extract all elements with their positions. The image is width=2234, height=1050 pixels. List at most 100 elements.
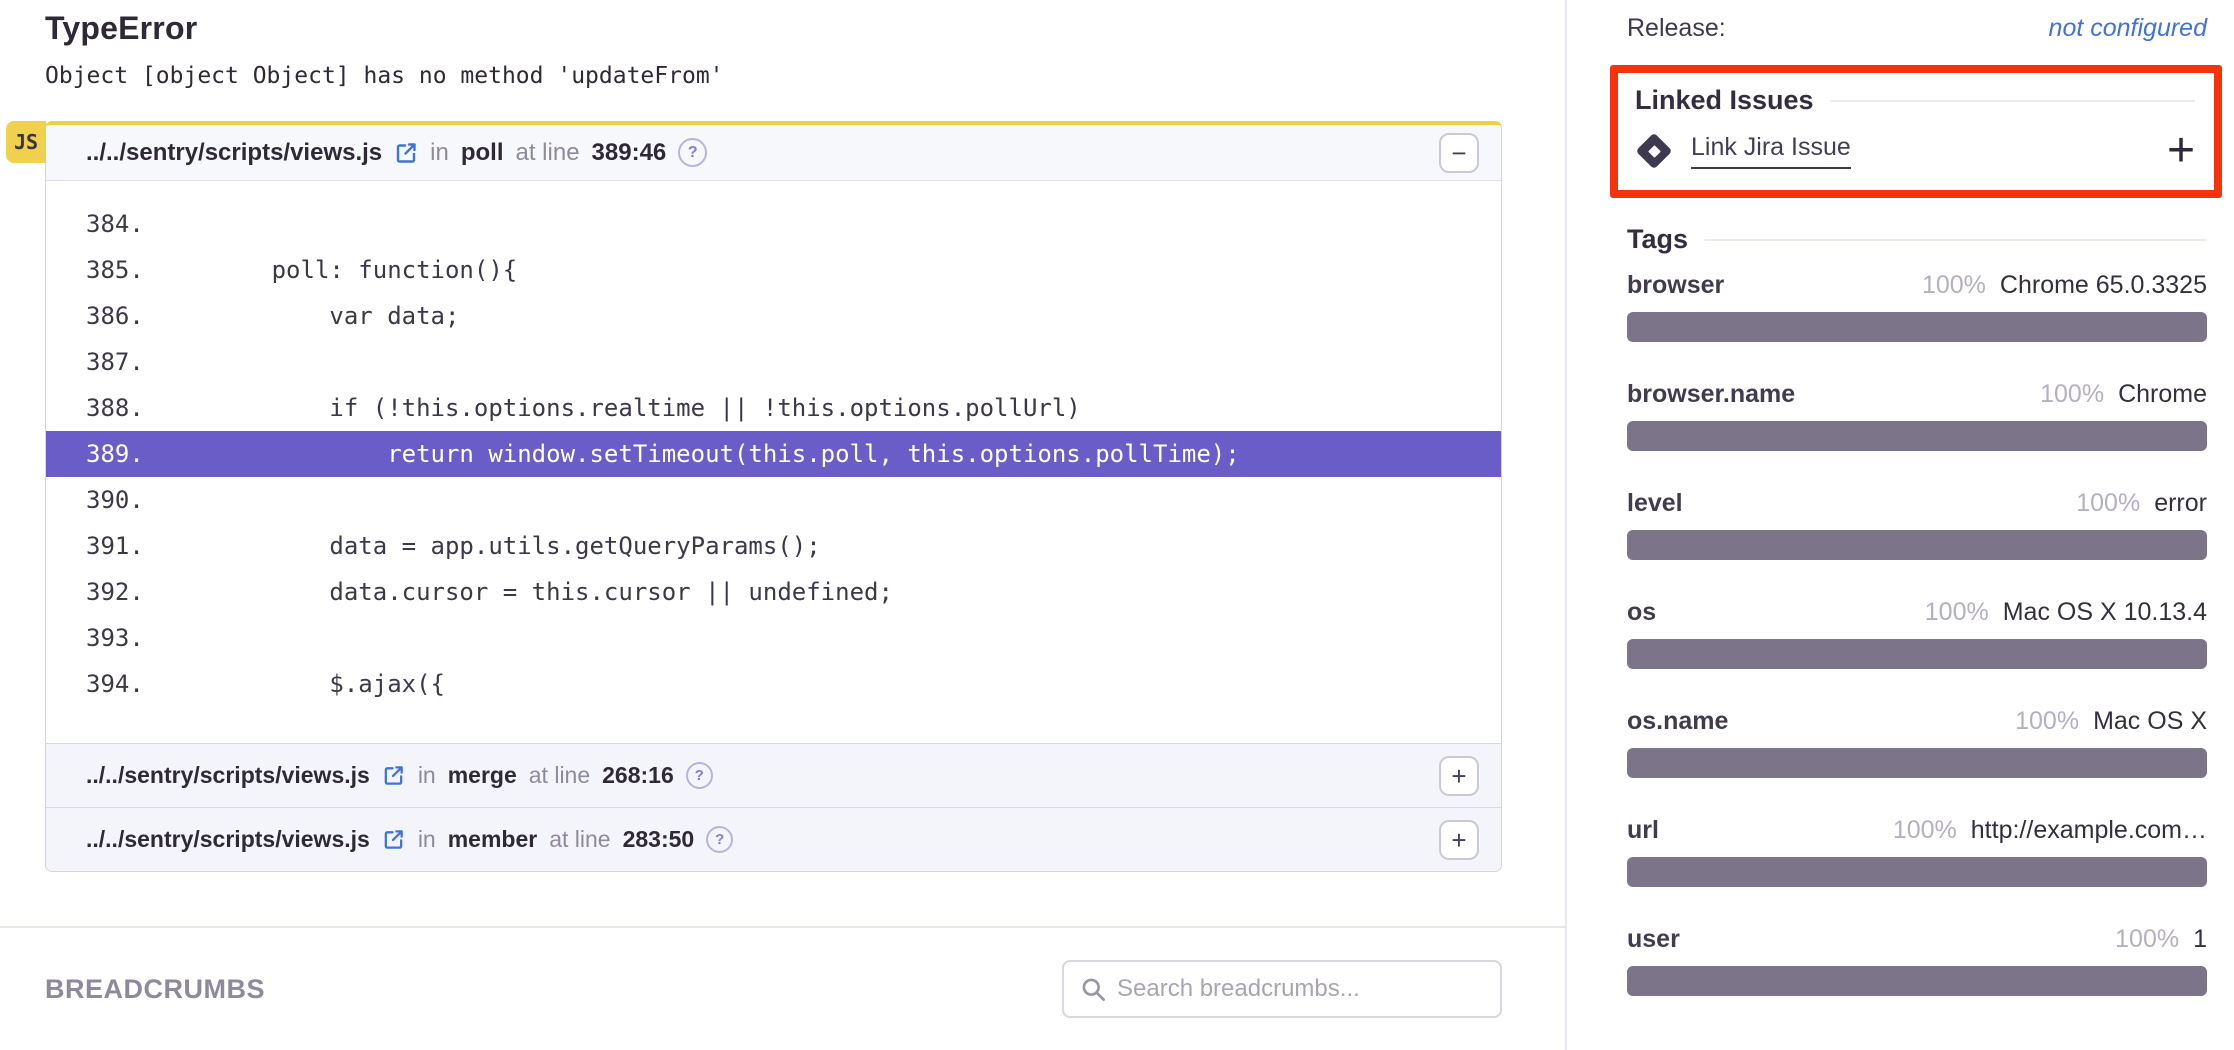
release-not-configured-link[interactable]: not configured	[2049, 14, 2207, 43]
frame-line-number: 283:50	[623, 826, 695, 853]
stack-frame-collapsed-member[interactable]: ../../sentry/scripts/views.js in member …	[46, 807, 1501, 871]
tag-percent: 100%	[1925, 598, 1989, 627]
line-number: 386.	[46, 302, 156, 330]
frame-line-number: 268:16	[602, 762, 674, 789]
line-source: if (!this.options.realtime || !this.opti…	[156, 394, 1081, 422]
tag-value: Chrome	[2118, 380, 2207, 409]
external-link-icon[interactable]	[382, 764, 406, 788]
in-label: in	[430, 139, 449, 167]
tag-percent: 100%	[2015, 707, 2079, 736]
in-label: in	[418, 826, 436, 853]
breadcrumbs-search-input[interactable]	[1117, 975, 1486, 1003]
tag-percent: 100%	[2115, 925, 2179, 954]
line-number: 391.	[46, 532, 156, 560]
line-source: data.cursor = this.cursor || undefined;	[156, 578, 893, 606]
linked-issues-annotation-box: Linked Issues Link Jira Issue +	[1610, 65, 2222, 198]
tag-distribution-bar	[1627, 530, 2207, 560]
line-number: 394.	[46, 670, 156, 698]
tag-distribution-bar	[1627, 748, 2207, 778]
line-source: data = app.utils.getQueryParams();	[156, 532, 821, 560]
tag-row[interactable]: url 100% http://example.com…	[1627, 816, 2207, 887]
expand-frame-button[interactable]: +	[1439, 756, 1479, 796]
tag-list: browser 100% Chrome 65.0.3325 browser.na…	[1627, 271, 2207, 996]
line-number: 388.	[46, 394, 156, 422]
sidebar: Release: not configured Linked Issues Li…	[1565, 0, 2234, 1050]
help-icon[interactable]: ?	[706, 826, 733, 853]
tag-row[interactable]: os.name 100% Mac OS X	[1627, 707, 2207, 778]
line-source: poll: function(){	[156, 256, 517, 284]
add-linked-issue-button[interactable]: +	[2167, 132, 2195, 170]
code-line: 394. $.ajax({	[46, 661, 1501, 707]
issue-detail-page: TypeError Object [object Object] has no …	[0, 0, 2234, 1050]
tag-percent: 100%	[2076, 489, 2140, 518]
stack-frame-collapsed-merge[interactable]: ../../sentry/scripts/views.js in merge a…	[46, 743, 1501, 807]
line-number: 389.	[46, 440, 156, 468]
title-rule	[1830, 100, 2195, 102]
jira-icon	[1635, 132, 1673, 170]
breadcrumbs-title: BREADCRUMBS	[45, 974, 265, 1005]
platform-js-badge: JS	[6, 121, 46, 163]
code-line: 385. poll: function(){	[46, 247, 1501, 293]
stack-frame-expanded-header[interactable]: ../../sentry/scripts/views.js in poll at…	[46, 125, 1501, 181]
tag-percent: 100%	[2040, 380, 2104, 409]
frame-file-path: ../../sentry/scripts/views.js	[86, 762, 370, 789]
search-icon	[1080, 976, 1107, 1003]
tag-key[interactable]: browser.name	[1627, 380, 1795, 409]
tag-distribution-bar	[1627, 857, 2207, 887]
tag-value: Chrome 65.0.3325	[2000, 271, 2207, 300]
line-number: 385.	[46, 256, 156, 284]
breadcrumbs-search-box[interactable]	[1062, 960, 1502, 1018]
collapse-frame-button[interactable]: −	[1439, 133, 1479, 173]
at-line-label: at line	[549, 826, 610, 853]
line-source: return window.setTimeout(this.poll, this…	[156, 440, 1240, 468]
code-line: 392. data.cursor = this.cursor || undefi…	[46, 569, 1501, 615]
tag-row[interactable]: user 100% 1	[1627, 925, 2207, 996]
help-icon[interactable]: ?	[678, 138, 707, 167]
code-line: 393.	[46, 615, 1501, 661]
external-link-icon[interactable]	[394, 141, 418, 165]
tag-key[interactable]: os.name	[1627, 707, 1728, 736]
in-label: in	[418, 762, 436, 789]
linked-issues-title: Linked Issues	[1635, 85, 1814, 116]
tags-title: Tags	[1627, 224, 1688, 255]
help-icon[interactable]: ?	[686, 762, 713, 789]
line-source: $.ajax({	[156, 670, 445, 698]
at-line-label: at line	[516, 139, 580, 167]
code-line: 384.	[46, 201, 1501, 247]
source-code-block: 384. 385. poll: function(){ 386. va	[46, 181, 1501, 743]
tag-key[interactable]: level	[1627, 489, 1683, 518]
tag-key[interactable]: os	[1627, 598, 1656, 627]
tag-value: http://example.com…	[1971, 816, 2207, 845]
code-line: 391. data = app.utils.getQueryParams();	[46, 523, 1501, 569]
tag-row[interactable]: browser 100% Chrome 65.0.3325	[1627, 271, 2207, 342]
tag-row[interactable]: browser.name 100% Chrome	[1627, 380, 2207, 451]
error-type-title: TypeError	[45, 10, 1502, 47]
frame-function-name: poll	[461, 139, 504, 167]
line-number: 393.	[46, 624, 156, 652]
tag-percent: 100%	[1893, 816, 1957, 845]
tag-percent: 100%	[1922, 271, 1986, 300]
tag-value: error	[2154, 489, 2207, 518]
code-line: 390.	[46, 477, 1501, 523]
tag-row[interactable]: os 100% Mac OS X 10.13.4	[1627, 598, 2207, 669]
main-column: TypeError Object [object Object] has no …	[0, 0, 1565, 1050]
tag-key[interactable]: browser	[1627, 271, 1724, 300]
frame-file-path: ../../sentry/scripts/views.js	[86, 826, 370, 853]
frame-function-name: merge	[448, 762, 517, 789]
line-source: var data;	[156, 302, 459, 330]
tag-row[interactable]: level 100% error	[1627, 489, 2207, 560]
link-jira-issue-link[interactable]: Link Jira Issue	[1691, 133, 1851, 169]
frame-file-path: ../../sentry/scripts/views.js	[86, 139, 382, 167]
frame-line-number: 389:46	[592, 139, 667, 167]
expand-frame-button[interactable]: +	[1439, 820, 1479, 860]
external-link-icon[interactable]	[382, 828, 406, 852]
tag-key[interactable]: url	[1627, 816, 1659, 845]
line-number: 390.	[46, 486, 156, 514]
tag-value: Mac OS X	[2093, 707, 2207, 736]
tags-section: Tags browser 100% Chrome 65.0.3325	[1627, 224, 2207, 996]
tag-key[interactable]: user	[1627, 925, 1680, 954]
code-line: 386. var data;	[46, 293, 1501, 339]
code-line: 387.	[46, 339, 1501, 385]
code-line: 389. return window.setTimeout(this.poll,…	[46, 431, 1501, 477]
tag-value: 1	[2193, 925, 2207, 954]
